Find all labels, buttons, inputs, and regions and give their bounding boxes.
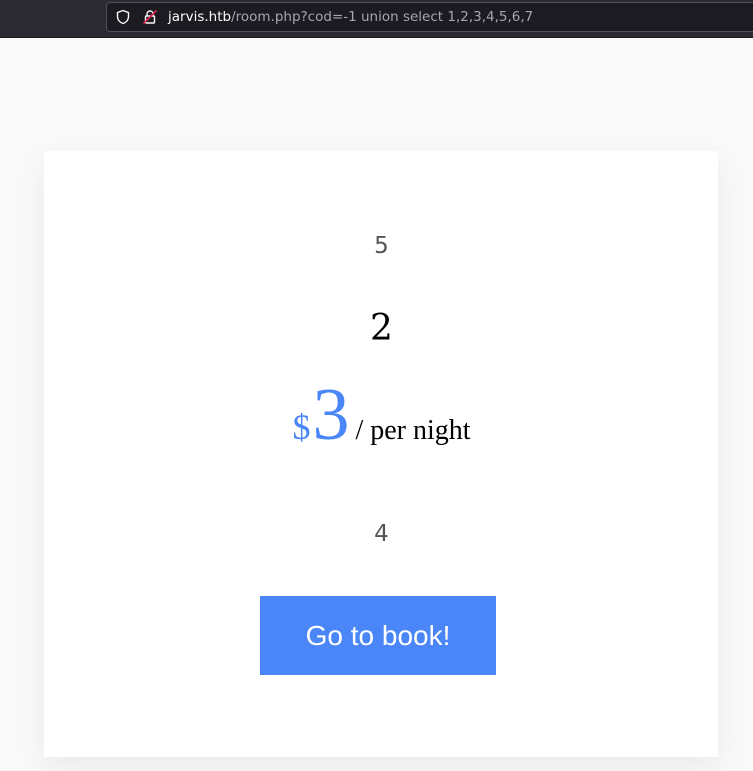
room-field-top: 5	[374, 233, 389, 259]
currency-symbol: $	[292, 407, 311, 447]
lock-warning-icon[interactable]	[142, 9, 158, 25]
room-field-bottom: 4	[374, 521, 389, 547]
price-amount: 3	[312, 374, 350, 456]
per-night-label: / per night	[355, 415, 471, 446]
room-title: 2	[370, 308, 393, 349]
room-price: $3/ per night	[0, 375, 753, 455]
browser-toolbar: jarvis.htb/room.php?cod=-1 union select …	[0, 0, 753, 38]
address-bar[interactable]: jarvis.htb/room.php?cod=-1 union select …	[106, 2, 753, 32]
url-host: jarvis.htb	[168, 9, 232, 25]
book-button[interactable]: Go to book!	[260, 596, 496, 675]
url-text[interactable]: jarvis.htb/room.php?cod=-1 union select …	[168, 9, 533, 26]
shield-icon[interactable]	[115, 9, 131, 25]
url-path: /room.php?cod=-1 union select 1,2,3,4,5,…	[231, 9, 534, 25]
